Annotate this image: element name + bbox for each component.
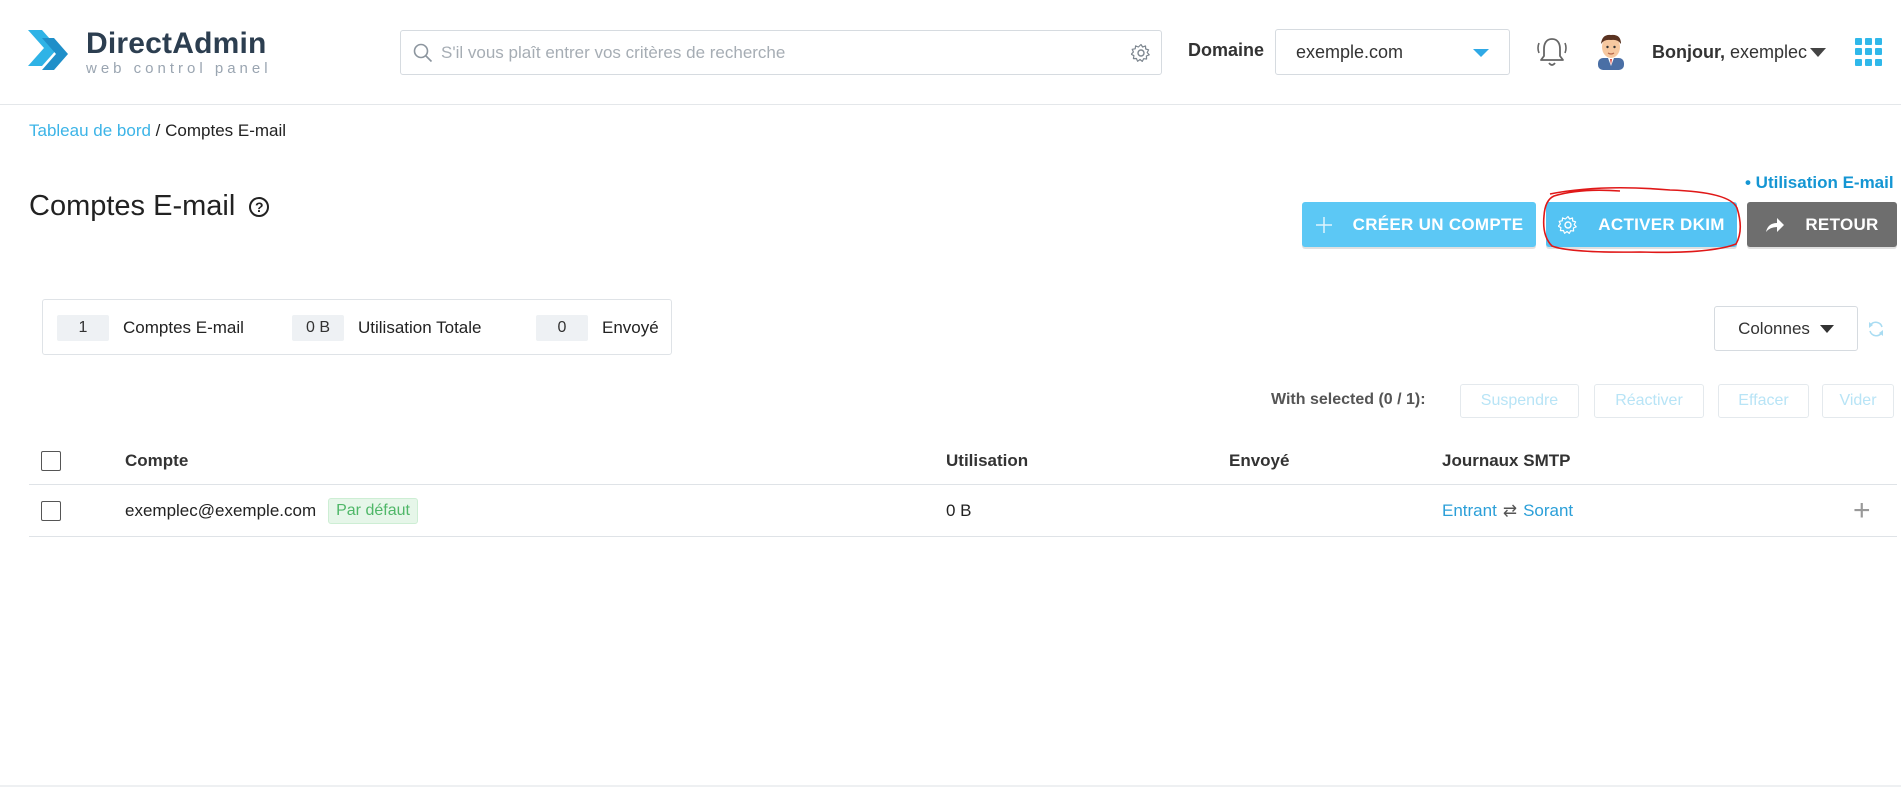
column-header-account[interactable]: Compte xyxy=(125,437,188,484)
account-usage: 0 B xyxy=(946,500,972,520)
smtp-outgoing-link[interactable]: Sorant xyxy=(1523,501,1573,521)
greeting-prefix: Bonjour, xyxy=(1652,42,1725,62)
breadcrumb-current: Comptes E-mail xyxy=(165,121,287,140)
search-box xyxy=(400,30,1162,75)
stat-value: 1 xyxy=(57,315,109,341)
back-button[interactable]: RETOUR xyxy=(1747,202,1897,247)
table-row: exemplec@exemple.com Par défaut 0 B Entr… xyxy=(29,485,1897,537)
back-label: RETOUR xyxy=(1805,214,1879,234)
notification-bell-icon[interactable] xyxy=(1535,34,1569,70)
empty-button[interactable]: Vider xyxy=(1822,384,1894,418)
breadcrumb-home-link[interactable]: Tableau de bord xyxy=(29,121,151,140)
caret-down-icon xyxy=(1819,324,1834,333)
stat-value: 0 B xyxy=(292,315,344,341)
breadcrumb-separator: / xyxy=(155,121,161,140)
stat-label: Envoyé xyxy=(602,318,659,337)
user-menu-caret-icon[interactable] xyxy=(1810,48,1826,57)
stat-label: Comptes E-mail xyxy=(123,318,244,337)
stat-accounts: 1 Comptes E-mail xyxy=(57,315,244,341)
search-settings-gear-icon[interactable] xyxy=(1121,33,1161,73)
stat-label: Utilisation Totale xyxy=(358,318,482,337)
swap-arrows-icon: ⇄ xyxy=(1502,500,1518,520)
columns-label: Colonnes xyxy=(1738,318,1810,338)
column-header-usage[interactable]: Utilisation xyxy=(946,437,1028,484)
default-badge: Par défaut xyxy=(328,497,418,524)
logo-chevron-icon xyxy=(28,30,68,70)
help-icon[interactable]: ? xyxy=(249,196,270,217)
search-input[interactable] xyxy=(441,31,1121,74)
email-usage-link[interactable]: • Utilisation E-mail xyxy=(1745,173,1894,193)
stat-total-usage: 0 B Utilisation Totale xyxy=(292,315,481,341)
username: exemplec xyxy=(1730,42,1808,62)
user-avatar[interactable] xyxy=(1594,30,1628,70)
domain-select-value: exemple.com xyxy=(1296,41,1404,62)
page-title: Comptes E-mail ? xyxy=(29,190,270,223)
stat-sent: 0 Envoyé xyxy=(536,315,659,341)
table-header-row: Compte Utilisation Envoyé Journaux SMTP xyxy=(29,437,1897,485)
row-checkbox[interactable] xyxy=(41,500,61,521)
stat-value: 0 xyxy=(536,315,588,341)
page-title-text: Comptes E-mail xyxy=(29,190,236,222)
refresh-icon[interactable] xyxy=(1867,320,1885,338)
create-account-button[interactable]: CRÉER UN COMPTE xyxy=(1302,202,1536,247)
with-selected-label: With selected (0 / 1): xyxy=(1271,391,1426,408)
logo-subtitle: web control panel xyxy=(86,59,272,77)
column-header-sent[interactable]: Envoyé xyxy=(1229,437,1289,484)
enable-dkim-button[interactable]: ACTIVER DKIM xyxy=(1546,202,1737,247)
select-all-checkbox[interactable] xyxy=(41,450,61,471)
plus-icon xyxy=(1315,216,1333,234)
email-accounts-table: Compte Utilisation Envoyé Journaux SMTP … xyxy=(29,437,1897,537)
logo-title: DirectAdmin xyxy=(86,26,267,60)
row-expand-plus-icon[interactable]: + xyxy=(1853,494,1871,528)
account-email[interactable]: exemplec@exemple.com xyxy=(125,501,316,521)
smtp-incoming-link[interactable]: Entrant xyxy=(1442,501,1497,521)
top-header: DirectAdmin web control panel Domaine ex… xyxy=(0,0,1901,105)
suspend-button[interactable]: Suspendre xyxy=(1460,384,1579,418)
breadcrumb: Tableau de bord / Comptes E-mail xyxy=(29,121,286,141)
user-greeting[interactable]: Bonjour, exemplec xyxy=(1652,42,1807,63)
delete-button[interactable]: Effacer xyxy=(1718,384,1809,418)
domain-label: Domaine xyxy=(1188,40,1265,60)
columns-dropdown-button[interactable]: Colonnes xyxy=(1714,306,1858,351)
enable-dkim-label: ACTIVER DKIM xyxy=(1598,214,1725,234)
apps-grid-icon[interactable] xyxy=(1855,38,1883,66)
directadmin-logo[interactable]: DirectAdmin web control panel xyxy=(28,24,272,80)
caret-down-icon xyxy=(1473,49,1489,57)
reactivate-button[interactable]: Réactiver xyxy=(1594,384,1704,418)
stats-summary: 1 Comptes E-mail 0 B Utilisation Totale … xyxy=(42,299,672,355)
column-header-smtp-logs: Journaux SMTP xyxy=(1442,450,1571,470)
share-arrow-icon xyxy=(1765,217,1785,233)
create-account-label: CRÉER UN COMPTE xyxy=(1352,214,1524,234)
domain-select[interactable]: exemple.com xyxy=(1275,29,1510,75)
search-icon xyxy=(413,43,433,62)
gear-icon xyxy=(1558,215,1578,235)
